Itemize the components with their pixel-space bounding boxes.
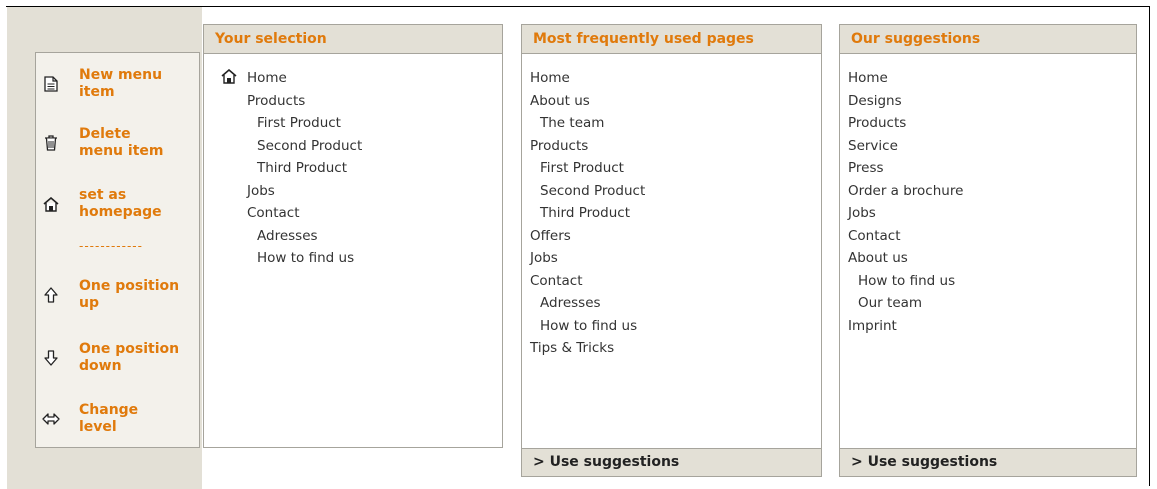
list-item[interactable]: Second Product <box>540 183 645 199</box>
most-frequent-list: Home About us The team Products First Pr… <box>522 54 821 448</box>
list-item[interactable]: How to find us <box>858 273 955 289</box>
list-item[interactable]: Jobs <box>247 183 275 199</box>
list-item[interactable]: Offers <box>530 228 571 244</box>
list-item[interactable]: First Product <box>257 115 341 131</box>
one-position-down-button[interactable]: One position down <box>36 341 196 375</box>
list-item[interactable]: Third Product <box>540 205 630 221</box>
our-suggestions-title: Our suggestions <box>840 25 1136 54</box>
change-level-button[interactable]: Change level <box>36 402 196 436</box>
list-item[interactable]: About us <box>848 250 908 266</box>
list-item[interactable]: Contact <box>848 228 901 244</box>
one-position-up-button[interactable]: One position up <box>36 278 196 312</box>
our-suggestions-list: Home Designs Products Service Press Orde… <box>840 54 1136 448</box>
use-suggestions-button[interactable]: > Use suggestions <box>522 448 821 476</box>
list-item[interactable]: Press <box>848 160 884 176</box>
most-frequent-title: Most frequently used pages <box>522 25 821 54</box>
change-level-icon <box>36 412 66 426</box>
list-item[interactable]: Products <box>247 93 305 109</box>
list-item[interactable]: Service <box>848 138 898 154</box>
list-item[interactable]: Jobs <box>848 205 876 221</box>
one-position-down-label: One position down <box>79 341 180 374</box>
trash-icon <box>36 135 66 151</box>
list-item[interactable]: Second Product <box>257 138 362 154</box>
list-item[interactable]: Third Product <box>257 160 347 176</box>
list-item[interactable]: Designs <box>848 93 902 109</box>
most-frequent-panel: Most frequently used pages Home About us… <box>521 24 822 477</box>
new-menu-item-label: New menu item <box>79 67 163 100</box>
list-item[interactable]: Adresses <box>257 228 318 244</box>
arrow-down-icon <box>36 350 66 366</box>
list-item[interactable]: The team <box>540 115 604 131</box>
list-item[interactable]: Imprint <box>848 318 897 334</box>
list-item[interactable]: Tips & Tricks <box>530 340 614 356</box>
list-item[interactable]: Products <box>530 138 588 154</box>
list-item[interactable]: About us <box>530 93 590 109</box>
your-selection-panel: Your selection Home Products First Produ… <box>203 24 503 448</box>
new-menu-item-button[interactable]: New menu item <box>36 67 196 101</box>
list-item[interactable]: Jobs <box>530 250 558 266</box>
list-item[interactable]: How to find us <box>540 318 637 334</box>
home-icon <box>36 196 66 212</box>
toolbar-separator: ------------ <box>79 239 143 253</box>
list-item[interactable]: Contact <box>530 273 583 289</box>
list-item[interactable]: Home <box>848 70 888 86</box>
list-item[interactable]: Contact <box>247 205 300 221</box>
delete-menu-item-button[interactable]: Delete menu item <box>36 126 196 160</box>
list-item[interactable]: Our team <box>858 295 922 311</box>
delete-menu-item-label: Delete menu item <box>79 126 164 159</box>
your-selection-title: Your selection <box>204 25 502 54</box>
list-item[interactable]: Adresses <box>540 295 601 311</box>
list-item[interactable]: Products <box>848 115 906 131</box>
set-as-homepage-button[interactable]: set as homepage <box>36 187 196 221</box>
arrow-up-icon <box>36 287 66 303</box>
set-as-homepage-label: set as homepage <box>79 187 162 220</box>
one-position-up-label: One position up <box>79 278 180 311</box>
home-icon <box>221 68 237 88</box>
list-item[interactable]: Order a brochure <box>848 183 963 199</box>
use-suggestions-button[interactable]: > Use suggestions <box>840 448 1136 476</box>
document-icon <box>36 76 66 92</box>
list-item[interactable]: First Product <box>540 160 624 176</box>
menu-toolbar: New menu item Delete menu item set as ho… <box>35 52 200 448</box>
list-item[interactable]: How to find us <box>257 250 354 266</box>
list-item[interactable]: Home <box>247 70 287 86</box>
our-suggestions-panel: Our suggestions Home Designs Products Se… <box>839 24 1137 477</box>
change-level-label: Change level <box>79 402 139 435</box>
your-selection-list: Home Products First Product Second Produ… <box>204 54 502 447</box>
list-item[interactable]: Home <box>530 70 570 86</box>
